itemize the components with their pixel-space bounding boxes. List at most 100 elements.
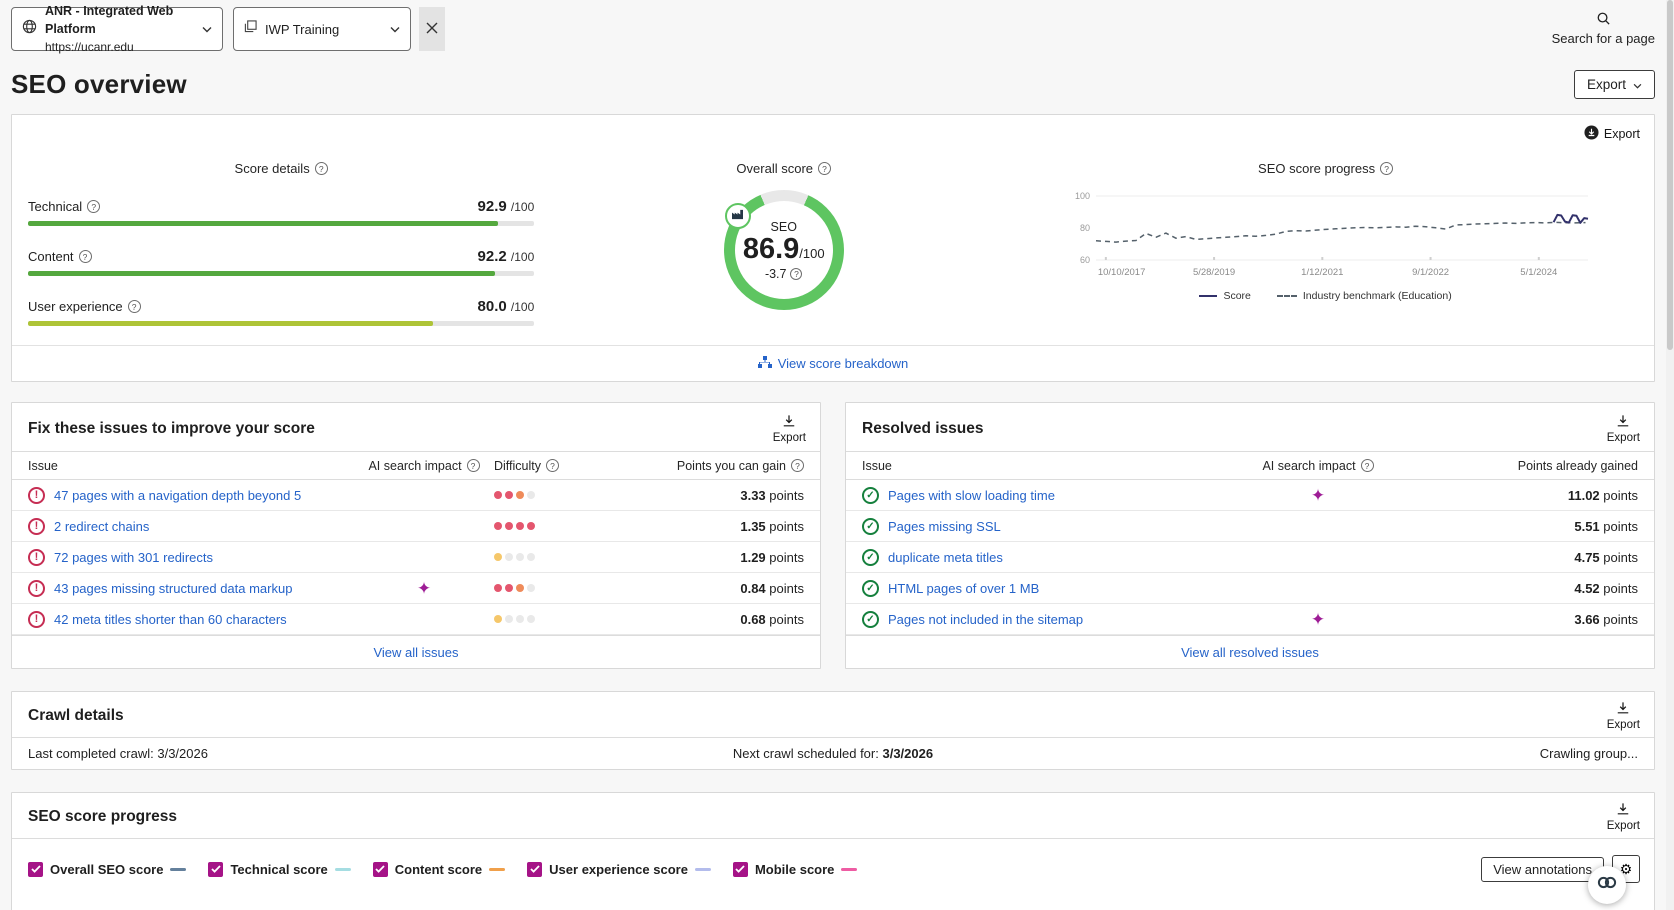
points-suffix: points (769, 612, 804, 627)
search-for-page[interactable]: Search for a page (1552, 7, 1655, 46)
check-circle-icon: ✓ (862, 611, 879, 628)
overall-score-gauge: SEO 86.9/100 -3.7? (724, 190, 844, 310)
group-selector[interactable]: IWP Training (233, 7, 411, 51)
points-value: 0.68 (740, 612, 765, 627)
table-row: ✓Pages not included in the sitemap ✦ 3.6… (846, 604, 1654, 635)
difficulty-dot (527, 584, 535, 592)
legend-toggle-mobile-score[interactable]: Mobile score (733, 862, 857, 877)
chevron-down-icon (1633, 77, 1642, 92)
crawling-group-text[interactable]: Crawling group... (1101, 746, 1638, 761)
points-value: 4.52 (1574, 581, 1599, 596)
view-all-issues-link[interactable]: View all issues (373, 645, 458, 660)
issue-link[interactable]: 42 meta titles shorter than 60 character… (54, 612, 287, 627)
seo-score-progress-export[interactable]: Export (1607, 802, 1640, 832)
ai-impact-info-icon[interactable]: ? (467, 459, 480, 472)
issue-link[interactable]: HTML pages of over 1 MB (888, 581, 1039, 596)
issue-link[interactable]: Pages missing SSL (888, 519, 1001, 534)
score-overview-card: Export Score details ? Technical? 92.9 /… (11, 114, 1655, 382)
score-details-info-icon[interactable]: ? (315, 162, 328, 175)
col-points-gained: Points already gained (1418, 459, 1638, 473)
export-button[interactable]: Export (1574, 70, 1655, 99)
difficulty-dot (527, 491, 535, 499)
content-info-icon[interactable]: ? (79, 250, 92, 263)
seo-trend-title: SEO score progress (1258, 161, 1375, 176)
technical-denom: /100 (511, 200, 534, 214)
seo-trend-info-icon[interactable]: ? (1380, 162, 1393, 175)
score-row-content: Content? 92.2 /100 (28, 248, 534, 276)
download-icon (1616, 802, 1630, 819)
trend-legend: Score Industry benchmark (Education) (997, 290, 1654, 302)
download-icon (1616, 701, 1630, 718)
globe-icon (22, 19, 37, 39)
view-all-resolved-issues-link[interactable]: View all resolved issues (1181, 645, 1319, 660)
issue-link[interactable]: 2 redirect chains (54, 519, 149, 534)
difficulty-dot (516, 553, 524, 561)
difficulty-dot (494, 491, 502, 499)
difficulty-info-icon[interactable]: ? (546, 459, 559, 472)
user-experience-denom: /100 (511, 300, 534, 314)
link-icon (1597, 876, 1617, 894)
site-selector[interactable]: ANR - Integrated Web Platform https://uc… (11, 7, 223, 51)
view-score-breakdown-link[interactable]: View score breakdown (758, 356, 909, 372)
legend-toggle-user-experience-score[interactable]: User experience score (527, 862, 711, 877)
issue-link[interactable]: Pages with slow loading time (888, 488, 1055, 503)
technical-info-icon[interactable]: ? (87, 200, 100, 213)
overall-score-info-icon[interactable]: ? (818, 162, 831, 175)
difficulty-dot (505, 522, 513, 530)
ai-impact-diamond-icon: ✦ (354, 580, 494, 597)
scrollbar[interactable] (1666, 0, 1674, 910)
crawl-details-export[interactable]: Export (1607, 701, 1640, 731)
user-experience-info-icon[interactable]: ? (128, 300, 141, 313)
scrollbar-thumb[interactable] (1667, 0, 1673, 350)
score-card-export[interactable]: Export (1584, 125, 1640, 143)
difficulty-dot (505, 491, 513, 499)
points-suffix: points (1603, 612, 1638, 627)
points-value: 0.84 (740, 581, 765, 596)
issue-link[interactable]: 43 pages missing structured data markup (54, 581, 292, 596)
points-suffix: points (1603, 581, 1638, 596)
issue-link[interactable]: duplicate meta titles (888, 550, 1003, 565)
legend-toggle-content-score[interactable]: Content score (373, 862, 505, 877)
chevron-down-icon (202, 20, 212, 38)
check-circle-icon: ✓ (862, 549, 879, 566)
legend-label: Overall SEO score (50, 862, 163, 877)
legend-toggle-overall-seo-score[interactable]: Overall SEO score (28, 862, 186, 877)
user-experience-progress-track (28, 321, 534, 326)
difficulty-dot (527, 553, 535, 561)
score-row-user-experience: User experience? 80.0 /100 (28, 298, 534, 326)
difficulty-dot (505, 615, 513, 623)
score-line-swatch (1199, 295, 1217, 297)
svg-text:9/1/2022: 9/1/2022 (1412, 267, 1449, 278)
issue-link[interactable]: 47 pages with a navigation depth beyond … (54, 488, 301, 503)
issue-link[interactable]: 72 pages with 301 redirects (54, 550, 213, 565)
resolved-issues-export-label: Export (1607, 432, 1640, 444)
resolved-issues-export[interactable]: Export (1607, 414, 1640, 444)
resolved-issues-header-row: Issue AI search impact? Points already g… (846, 451, 1654, 480)
fix-issues-export[interactable]: Export (773, 414, 806, 444)
points-value: 1.29 (740, 550, 765, 565)
table-row: ✓Pages with slow loading time ✦ 11.02 po… (846, 480, 1654, 511)
series-color-swatch (335, 868, 351, 871)
svg-text:100: 100 (1075, 191, 1090, 201)
score-details-title: Score details (235, 161, 310, 176)
points-gain-info-icon[interactable]: ? (791, 459, 804, 472)
view-annotations-button[interactable]: View annotations (1481, 857, 1604, 882)
user-experience-value: 80.0 (478, 298, 507, 315)
floating-widget-button[interactable] (1588, 866, 1626, 904)
content-denom: /100 (511, 250, 534, 264)
legend-toggle-technical-score[interactable]: Technical score (208, 862, 350, 877)
seo-score-progress-title: SEO score progress (28, 802, 177, 826)
table-row: !43 pages missing structured data markup… (12, 573, 820, 604)
download-circle-icon (1584, 125, 1599, 143)
delta-info-icon[interactable]: ? (790, 268, 802, 280)
ai-impact-info-icon[interactable]: ? (1361, 459, 1374, 472)
benchmark-line-swatch (1277, 295, 1297, 297)
issue-link[interactable]: Pages not included in the sitemap (888, 612, 1083, 627)
gauge-delta-value: -3.7 (765, 267, 787, 281)
check-circle-icon: ✓ (862, 518, 879, 535)
points-value: 5.51 (1574, 519, 1599, 534)
difficulty-dot (527, 522, 535, 530)
close-group-filter-button[interactable] (419, 7, 445, 51)
crawl-details-export-label: Export (1607, 719, 1640, 731)
technical-value: 92.9 (478, 198, 507, 215)
